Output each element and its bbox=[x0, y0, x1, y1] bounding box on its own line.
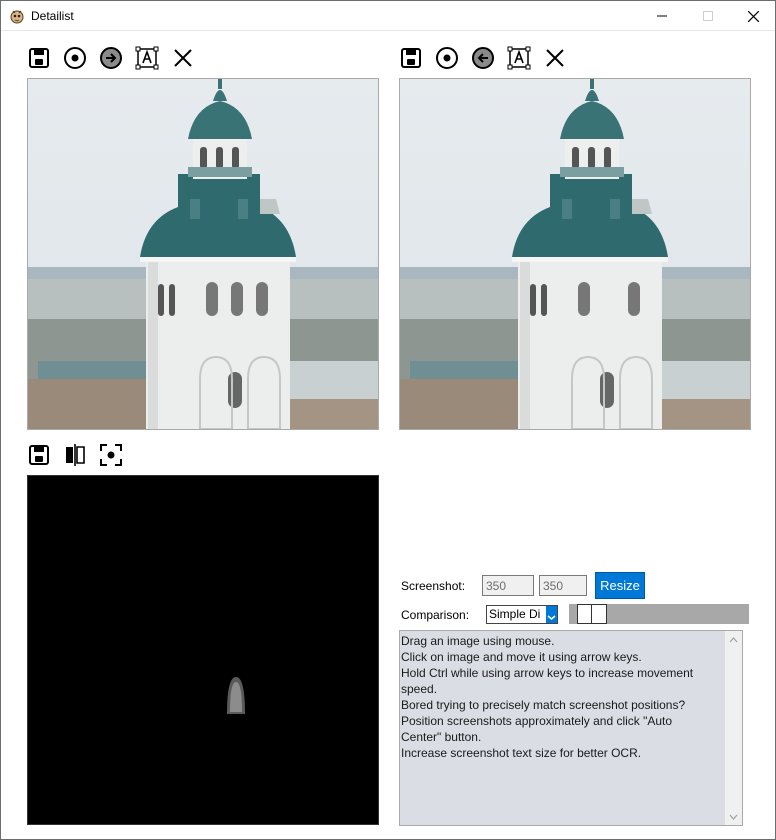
help-line: Drag an image using mouse. bbox=[401, 634, 555, 648]
right-target-button[interactable] bbox=[434, 45, 460, 71]
minimize-button[interactable] bbox=[639, 1, 685, 31]
screenshot-label: Screenshot: bbox=[401, 579, 466, 593]
app-logo-icon bbox=[9, 8, 25, 24]
window-title: Detailist bbox=[31, 9, 74, 23]
help-line: Position screenshots approximately and c… bbox=[401, 714, 673, 728]
save-icon bbox=[29, 48, 49, 68]
slider-thumb[interactable] bbox=[577, 604, 607, 624]
diff-save-button[interactable] bbox=[26, 442, 52, 468]
left-move-right-button[interactable] bbox=[98, 45, 124, 71]
target-icon bbox=[64, 47, 86, 69]
compare-split-button[interactable] bbox=[62, 442, 88, 468]
auto-center-icon bbox=[100, 444, 122, 466]
arrow-left-circle-icon bbox=[472, 47, 494, 69]
left-screenshot-image[interactable] bbox=[27, 78, 379, 430]
compare-split-icon bbox=[66, 444, 85, 466]
left-image-toolbar bbox=[26, 45, 196, 71]
close-icon bbox=[546, 49, 564, 67]
right-ocr-button[interactable] bbox=[506, 45, 532, 71]
help-line: Bored trying to precisely match screensh… bbox=[401, 698, 686, 712]
minimize-icon bbox=[657, 15, 667, 17]
right-clear-button[interactable] bbox=[542, 45, 568, 71]
save-icon bbox=[29, 445, 49, 465]
help-line: Hold Ctrl while using arrow keys to incr… bbox=[401, 666, 694, 680]
help-text-area[interactable]: Drag an image using mouse. Click on image… bbox=[399, 630, 743, 826]
target-icon bbox=[436, 47, 458, 69]
app-window: Detailist Screenshot: 350 350 Resize Com… bbox=[0, 0, 776, 840]
close-window-button[interactable] bbox=[730, 1, 776, 31]
maximize-button[interactable] bbox=[685, 1, 731, 31]
arrow-right-circle-icon bbox=[100, 47, 122, 69]
title-bar[interactable]: Detailist bbox=[1, 1, 775, 31]
right-screenshot-image[interactable] bbox=[399, 78, 751, 430]
help-line: Increase screenshot text size for better… bbox=[401, 746, 642, 760]
help-scrollbar[interactable] bbox=[725, 631, 742, 825]
resize-button[interactable]: Resize bbox=[595, 572, 645, 599]
left-ocr-button[interactable] bbox=[134, 45, 160, 71]
diff-toolbar bbox=[26, 442, 124, 468]
help-line: Click on image and move it using arrow k… bbox=[401, 650, 642, 664]
right-image-toolbar bbox=[398, 45, 568, 71]
left-target-button[interactable] bbox=[62, 45, 88, 71]
save-icon bbox=[401, 48, 421, 68]
screenshot-height-input[interactable] bbox=[539, 575, 587, 596]
comparison-threshold-slider[interactable] bbox=[569, 604, 749, 624]
chevron-down-icon bbox=[546, 606, 557, 623]
scroll-down-icon[interactable] bbox=[725, 808, 742, 825]
ocr-text-icon bbox=[507, 46, 531, 70]
comparison-label: Comparison: bbox=[401, 608, 470, 622]
right-move-left-button[interactable] bbox=[470, 45, 496, 71]
screenshot-width-input[interactable] bbox=[482, 575, 534, 596]
close-icon bbox=[174, 49, 192, 67]
maximize-icon bbox=[703, 11, 713, 21]
help-text: Drag an image using mouse. Click on image… bbox=[401, 633, 723, 761]
help-line: speed. bbox=[401, 682, 438, 696]
left-clear-button[interactable] bbox=[170, 45, 196, 71]
left-save-button[interactable] bbox=[26, 45, 52, 71]
ocr-text-icon bbox=[135, 46, 159, 70]
right-save-button[interactable] bbox=[398, 45, 424, 71]
comparison-mode-value: Simple Di bbox=[489, 607, 541, 621]
difference-result-image[interactable] bbox=[27, 475, 379, 825]
close-icon bbox=[747, 10, 759, 22]
auto-center-button[interactable] bbox=[98, 442, 124, 468]
scroll-up-icon[interactable] bbox=[725, 631, 742, 648]
comparison-mode-select[interactable]: Simple Di bbox=[486, 605, 558, 624]
help-line: Center" button. bbox=[401, 730, 482, 744]
